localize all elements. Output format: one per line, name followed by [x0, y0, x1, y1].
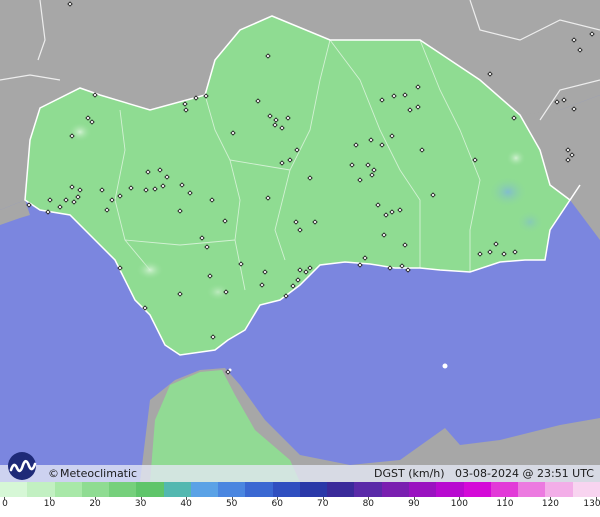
scale-ticks: 0 10 20 30 40 50 60 70 80 90 100 110 120 130 — [0, 497, 600, 517]
scale-segment — [545, 482, 573, 497]
scale-tick-label: 0 — [2, 499, 8, 509]
scale-segment — [436, 482, 464, 497]
calm-area-1 — [136, 260, 164, 280]
scale-tick-label: 30 — [134, 499, 147, 509]
scale-tick-label: 20 — [89, 499, 101, 509]
gust-max-area — [488, 176, 528, 208]
scale-segment — [163, 482, 191, 497]
date-label: 03-08-2024 — [455, 467, 519, 480]
scale-segment — [218, 482, 246, 497]
scale-tick-label: 130 — [583, 499, 600, 509]
island-alboran — [442, 363, 448, 369]
gust-area-east — [516, 210, 544, 234]
scale-segment — [0, 482, 28, 497]
map-title: DGST (km/h) 03-08-2024 @ 23:51 UTC — [374, 467, 594, 480]
scale-tick-label: 120 — [541, 499, 560, 509]
scale-segment — [463, 482, 491, 497]
color-scale — [0, 482, 600, 497]
scale-tick-label: 10 — [43, 499, 56, 509]
scale-segment — [490, 482, 519, 497]
scale-tick-label: 60 — [271, 499, 283, 509]
scale-segment — [81, 482, 110, 497]
scale-segment — [272, 482, 300, 497]
scale-tick-label: 80 — [362, 499, 375, 509]
meteoclimatic-logo — [8, 452, 37, 480]
info-bar: ©Meteoclimatic DGST (km/h) 03-08-2024 @ … — [0, 452, 600, 483]
scale-tick-label: 90 — [408, 499, 420, 509]
scale-segment — [245, 482, 273, 497]
time-label: 23:51 UTC — [536, 467, 594, 480]
scale-segment — [27, 482, 55, 497]
scale-segment — [327, 482, 355, 497]
variable-label: DGST (km/h) — [374, 467, 445, 480]
scale-segment — [190, 482, 219, 497]
scale-tick-label: 110 — [496, 499, 514, 509]
scale-segment — [136, 482, 164, 497]
scale-segment — [408, 482, 437, 497]
wind-gust-map — [0, 0, 600, 482]
scale-tick-label: 100 — [450, 499, 468, 509]
scale-segment — [299, 482, 328, 497]
calm-area-3 — [506, 149, 526, 167]
scale-segment — [572, 482, 600, 497]
scale-segment — [518, 482, 546, 497]
scale-segment — [381, 482, 409, 497]
scale-tick-label: 70 — [317, 499, 329, 509]
brand-label: ©Meteoclimatic — [48, 467, 138, 480]
scale-tick-label: 50 — [225, 499, 238, 509]
scale-tick-label: 40 — [180, 499, 192, 509]
calm-area-2 — [68, 122, 92, 142]
scale-segment — [109, 482, 137, 497]
scale-segment — [354, 482, 382, 497]
scale-segment — [54, 482, 82, 497]
